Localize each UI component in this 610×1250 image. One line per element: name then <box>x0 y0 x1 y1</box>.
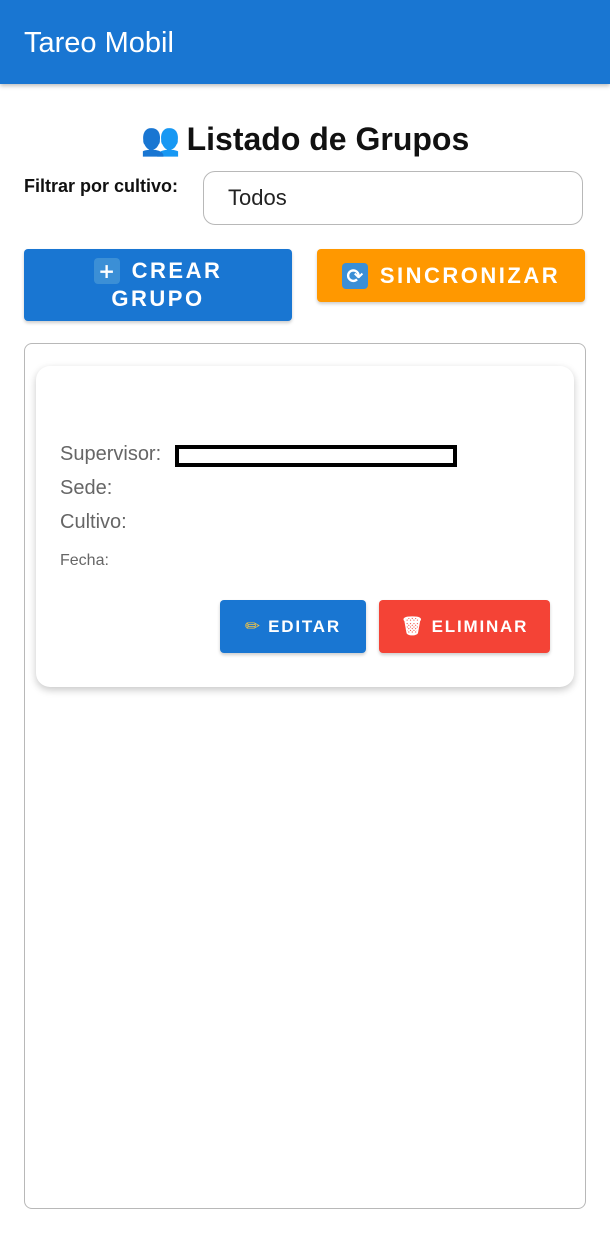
create-group-label-1: CREAR <box>131 258 223 283</box>
page-title-text: Listado de Grupos <box>186 121 470 157</box>
create-group-label-2: GRUPO <box>111 286 205 311</box>
group-card: Supervisor: Sede: Cultivo: Fecha: ✏ EDITA… <box>36 366 574 687</box>
filter-label: Filtrar por cultivo: <box>24 176 179 196</box>
fecha-label: Fecha: <box>60 552 109 569</box>
app-bar: Tareo Mobil <box>0 0 610 84</box>
delete-label: ELIMINAR <box>431 616 529 636</box>
supervisor-value-redacted <box>175 445 457 467</box>
crop-filter-value: Todos <box>228 185 287 210</box>
crop-filter-select[interactable]: Todos <box>203 171 583 225</box>
delete-group-button[interactable]: 🗑 ELIMINAR <box>379 600 550 653</box>
create-group-button[interactable]: + CREAR GRUPO <box>24 249 292 321</box>
plus-icon: + <box>93 258 120 284</box>
sync-button[interactable]: ⟳ SINCRONIZAR <box>317 249 585 302</box>
cultivo-label: Cultivo: <box>60 511 127 533</box>
pencil-icon: ✏ <box>245 616 261 637</box>
edit-label: EDITAR <box>268 616 341 636</box>
sync-label: SINCRONIZAR <box>379 262 561 288</box>
edit-group-button[interactable]: ✏ EDITAR <box>220 600 366 653</box>
app-title: Tareo Mobil <box>24 27 174 59</box>
page-title: 👥 Listado de Grupos <box>0 118 610 160</box>
sede-label: Sede: <box>60 477 113 499</box>
sync-icon: ⟳ <box>341 262 368 289</box>
trash-icon: 🗑 <box>400 616 424 637</box>
group-icon: 👥 <box>140 120 181 158</box>
supervisor-label: Supervisor: <box>60 443 162 465</box>
